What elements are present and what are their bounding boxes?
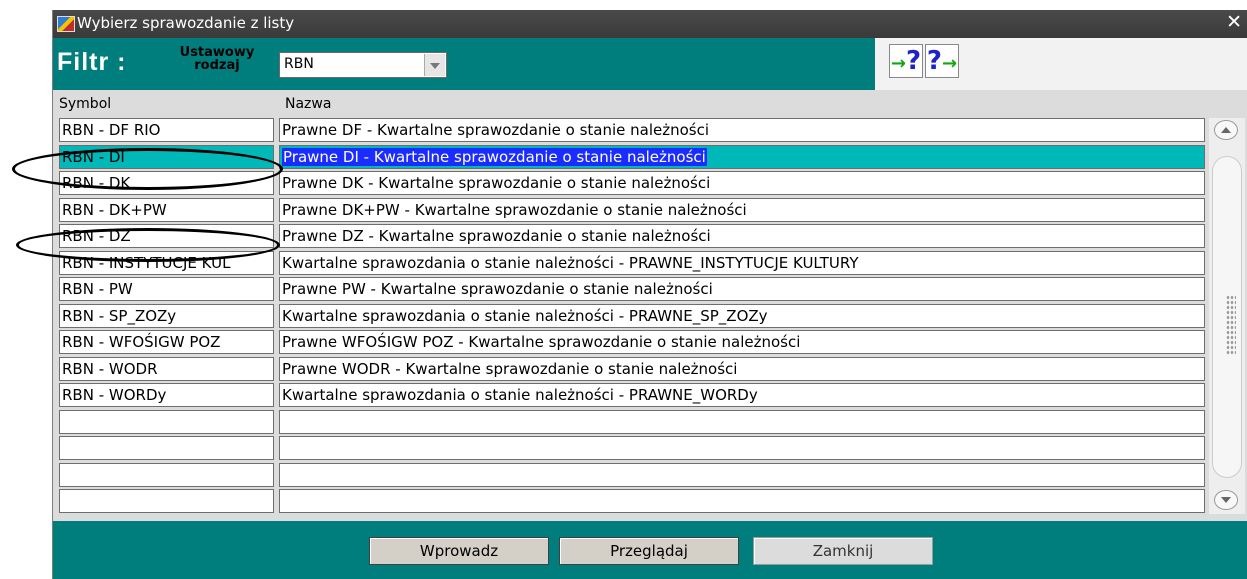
name-cell-text: Prawne DF - Kwartalne sprawozdanie o sta… [282,121,710,139]
column-header-name: Nazwa [285,96,332,112]
symbol-cell[interactable]: RBN - DF RIO [59,118,274,142]
type-select[interactable]: RBN [279,52,447,78]
name-cell-text: Prawne DK+PW - Kwartalne sprawozdanie o … [282,200,747,219]
button-bar: Wprowadz Przeglądaj Zamknij [53,521,1247,579]
help-toolbar: →? ?→ [875,38,1247,90]
grip-icon [1226,295,1236,355]
name-cell[interactable] [279,409,1205,434]
symbol-cell[interactable] [59,436,274,460]
name-cell[interactable] [279,436,1205,460]
name-cell-text: Kwartalne sprawozdania o stanie należnoś… [282,253,859,272]
enter-button[interactable]: Wprowadz [369,537,549,565]
name-cell[interactable] [279,462,1205,487]
name-cell[interactable]: Prawne DK+PW - Kwartalne sprawozdanie o … [279,197,1205,222]
name-cell[interactable] [279,489,1205,513]
annotation-ellipse [12,148,283,190]
title-bar: Wybierz sprawozdanie z listy ✕ [53,10,1247,38]
close-icon[interactable]: ✕ [1226,11,1242,33]
name-cell[interactable]: Kwartalne sprawozdania o stanie należnoś… [279,303,1205,328]
filter-label: Filtr : [57,48,127,76]
name-cell-text: Kwartalne sprawozdania o stanie należnoś… [282,306,768,325]
help-prev-icon[interactable]: →? [889,44,923,78]
vertical-scrollbar[interactable] [1209,118,1245,514]
symbol-cell[interactable]: RBN - DK+PW [59,197,274,222]
name-cell-text: Prawne DK - Kwartalne sprawozdanie o sta… [282,174,711,192]
symbol-cell[interactable]: RBN - SP_ZOZy [59,303,274,328]
name-cell-text: Prawne WFOŚIGW POZ - Kwartalne sprawozda… [282,333,801,351]
annotation-ellipse [16,228,280,262]
name-cell[interactable]: Prawne PW - Kwartalne sprawozdanie o sta… [279,277,1205,301]
name-cell[interactable]: Prawne DF - Kwartalne sprawozdanie o sta… [279,118,1205,142]
symbol-cell[interactable] [59,409,274,434]
name-cell[interactable]: Prawne DK - Kwartalne sprawozdanie o sta… [279,171,1205,195]
name-cell[interactable]: Prawne DI - Kwartalne sprawozdanie o sta… [279,144,1205,169]
scroll-down-icon[interactable] [1214,490,1238,510]
chevron-down-icon[interactable] [424,54,445,76]
type-select-value: RBN [284,56,314,72]
name-cell-text: Prawne PW - Kwartalne sprawozdanie o sta… [282,280,713,298]
symbol-cell[interactable]: RBN - WODR [59,356,274,381]
name-cell-text: Kwartalne sprawozdania o stanie należnoś… [282,386,758,404]
scroll-thumb[interactable] [1212,156,1242,478]
close-button[interactable]: Zamknij [753,537,933,565]
name-cell[interactable]: Prawne WODR - Kwartalne sprawozdanie o s… [279,356,1205,381]
dialog-window: Wybierz sprawozdanie z listy ✕ Filtr : U… [52,10,1247,579]
name-cell[interactable]: Kwartalne sprawozdania o stanie należnoś… [279,250,1205,275]
name-cell-text: Prawne WODR - Kwartalne sprawozdanie o s… [282,359,738,378]
filter-type-label: Ustawowy rodzaj [179,45,255,73]
name-cell-text: Prawne DZ - Kwartalne sprawozdanie o sta… [282,227,711,245]
name-cell[interactable]: Prawne DZ - Kwartalne sprawozdanie o sta… [279,224,1205,248]
name-cell-text: Prawne DI - Kwartalne sprawozdanie o sta… [282,147,707,166]
window-title: Wybierz sprawozdanie z listy [77,14,295,32]
name-cell[interactable]: Kwartalne sprawozdania o stanie należnoś… [279,383,1205,407]
column-header-symbol: Symbol [59,96,112,112]
symbol-cell[interactable]: RBN - WFOŚIGW POZ [59,330,274,354]
browse-button[interactable]: Przeglądaj [559,537,739,565]
filter-bar: Filtr : Ustawowy rodzaj RBN →? ?→ [53,38,1247,90]
symbol-cell[interactable] [59,462,274,487]
symbol-cell[interactable]: RBN - PW [59,277,274,301]
symbol-cell[interactable]: RBN - WORDy [59,383,274,407]
scroll-up-icon[interactable] [1214,120,1238,140]
name-cell[interactable]: Prawne WFOŚIGW POZ - Kwartalne sprawozda… [279,330,1205,354]
symbol-cell[interactable] [59,489,274,513]
help-next-icon[interactable]: ?→ [925,44,959,78]
app-icon [57,16,75,32]
